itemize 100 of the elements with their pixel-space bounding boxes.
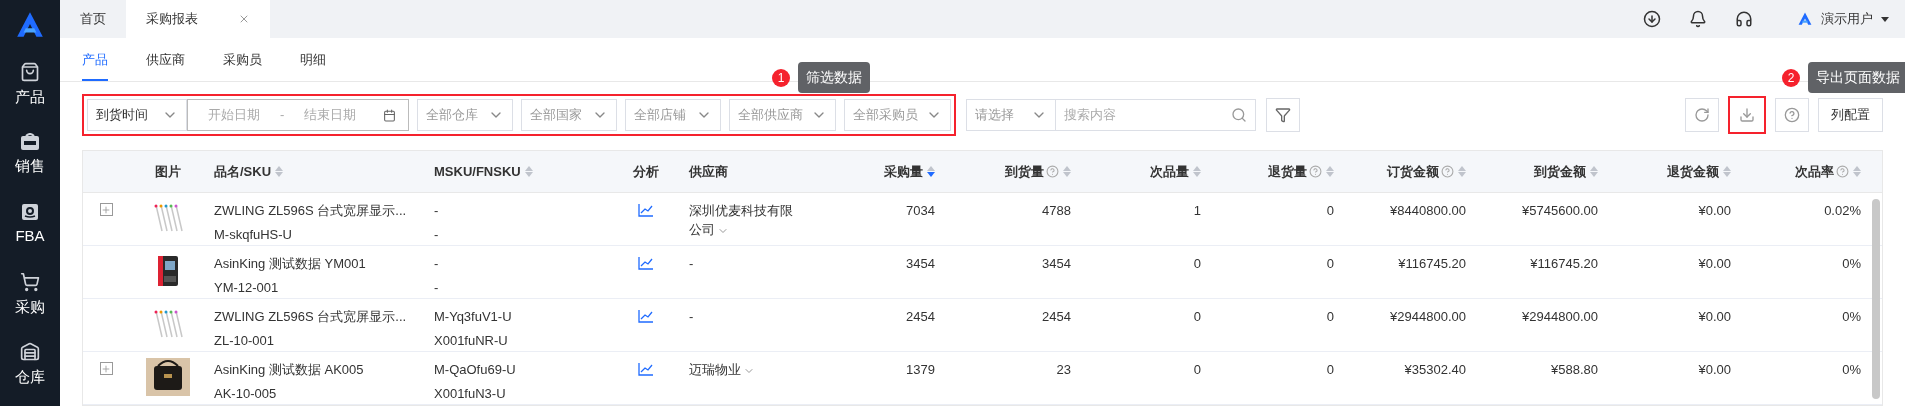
page-tab[interactable]: 首页 xyxy=(60,0,126,38)
table-cell-text: 4788 xyxy=(1042,202,1071,220)
table-cell-text: ¥0.00 xyxy=(1698,361,1731,379)
filter-button[interactable] xyxy=(1266,98,1300,132)
msku-text: M-Yq3fuV1-U xyxy=(434,308,512,326)
download-icon xyxy=(1739,107,1755,123)
column-header[interactable]: MSKU/FNSKU xyxy=(434,161,533,182)
line-chart-icon[interactable] xyxy=(638,203,654,217)
expand-icon[interactable] xyxy=(99,203,113,216)
table-cell-text: 1379 xyxy=(906,361,935,379)
close-icon[interactable] xyxy=(238,13,250,25)
caret-icon[interactable] xyxy=(1881,16,1889,22)
help-icon xyxy=(1784,107,1800,123)
supplier-text: - xyxy=(689,308,694,326)
column-header[interactable]: 采购量 xyxy=(884,161,935,182)
sidebar-item[interactable]: 采购 xyxy=(0,260,60,330)
sidebar-item[interactable]: 仓库 xyxy=(0,330,60,400)
help-icon[interactable] xyxy=(1046,165,1059,178)
supplier-text: - xyxy=(689,255,694,273)
help-button[interactable] xyxy=(1775,98,1809,132)
line-chart-icon[interactable] xyxy=(638,309,654,323)
column-header[interactable]: 到货量 xyxy=(1005,161,1071,182)
supplier-text[interactable]: 迈瑞物业 xyxy=(689,360,755,379)
sub-tab[interactable]: 明细 xyxy=(300,49,326,81)
filter-icon xyxy=(1275,107,1291,123)
table-cell-text: 0 xyxy=(1326,308,1334,326)
download-icon[interactable] xyxy=(1643,10,1661,28)
sidebar-item[interactable]: 销售 xyxy=(0,120,60,190)
product-name: AsinKing 测试数据 AK005 xyxy=(214,361,365,379)
fnsku-text: - xyxy=(434,225,439,244)
table-cell-text: 0% xyxy=(1842,361,1861,379)
column-config-button[interactable]: 列配置 xyxy=(1818,98,1883,132)
help-icon[interactable] xyxy=(1441,165,1454,178)
headset-icon[interactable] xyxy=(1735,10,1753,28)
table-cell-text: ¥5745600.00 xyxy=(1522,202,1598,220)
line-chart-icon[interactable] xyxy=(638,256,654,270)
column-header: 图片 xyxy=(154,162,181,181)
column-header: 分析 xyxy=(633,162,659,181)
warehouse-icon xyxy=(20,341,40,362)
table-cell-text: ¥0.00 xyxy=(1698,308,1731,326)
table-cell-text: ¥2944800.00 xyxy=(1390,308,1466,326)
annotation-tooltip: 筛选数据 xyxy=(798,62,870,93)
product-name: ZWLING ZL596S 台式宽屏显示... xyxy=(214,202,408,220)
user-name[interactable]: 演示用户 xyxy=(1821,9,1873,29)
bag-icon xyxy=(20,61,40,82)
refresh-icon xyxy=(1694,107,1710,123)
sub-tab[interactable]: 采购员 xyxy=(223,49,262,81)
table-cell-text: 0 xyxy=(1326,202,1334,220)
table-cell-text: 2454 xyxy=(906,308,935,326)
help-icon[interactable] xyxy=(1309,165,1322,178)
sku-text: ZL-10-001 xyxy=(214,331,275,350)
fnsku-text: - xyxy=(434,278,439,297)
sku-text: AK-10-005 xyxy=(214,384,278,403)
table-cell-text: 0 xyxy=(1326,361,1334,379)
expand-icon[interactable] xyxy=(99,362,113,375)
table-cell-text: 1 xyxy=(1193,202,1201,220)
column-header[interactable]: 订货金额 xyxy=(1387,161,1466,182)
bell-icon[interactable] xyxy=(1689,10,1707,28)
help-icon[interactable] xyxy=(1836,165,1849,178)
product-name: AsinKing 测试数据 YM001 xyxy=(214,255,367,273)
step-number-badge: 1 xyxy=(772,68,790,87)
sort-icon[interactable] xyxy=(927,166,935,177)
line-chart-icon[interactable] xyxy=(638,362,654,376)
table-cell-text: 23 xyxy=(1056,361,1071,379)
table-cell-text: ¥0.00 xyxy=(1698,255,1731,273)
column-header[interactable]: 次品率 xyxy=(1795,161,1861,182)
column-header[interactable]: 品名/SKU xyxy=(214,161,284,182)
msku-text: - xyxy=(434,255,439,273)
table-cell-text: ¥116745.20 xyxy=(1530,255,1598,273)
table-cell-text: ¥588.80 xyxy=(1551,361,1598,379)
export-button[interactable] xyxy=(1728,96,1766,134)
sel-tag-icon xyxy=(20,132,40,151)
table-cell-text: ¥35302.40 xyxy=(1404,361,1466,379)
supplier-text[interactable]: 深圳优麦科技有限公司 xyxy=(689,201,805,239)
cart-icon xyxy=(20,271,40,292)
table-cell-text: 2454 xyxy=(1042,308,1071,326)
table-cell-text: 0 xyxy=(1193,308,1201,326)
sub-tab[interactable]: 产品 xyxy=(82,49,108,81)
table-cell-text: ¥2944800.00 xyxy=(1522,308,1598,326)
msku-text: - xyxy=(434,202,439,220)
time-type-select[interactable]: 到货时间 xyxy=(87,99,187,131)
column-header[interactable]: 退货金额 xyxy=(1667,161,1731,182)
table-cell-text: ¥8440800.00 xyxy=(1390,202,1466,220)
table-cell-text: 0% xyxy=(1842,255,1861,273)
sub-tab[interactable]: 供应商 xyxy=(146,49,185,81)
sidebar-item[interactable]: FBA xyxy=(0,190,60,260)
refresh-button[interactable] xyxy=(1685,98,1719,132)
annotation-tooltip: 导出页面数据 xyxy=(1808,62,1905,93)
product-name: ZWLING ZL596S 台式宽屏显示... xyxy=(214,308,408,326)
column-header[interactable]: 次品量 xyxy=(1150,161,1201,182)
step-number-badge: 2 xyxy=(1782,68,1800,87)
search-icon[interactable] xyxy=(1231,107,1247,123)
amazon-icon xyxy=(21,202,39,221)
column-header[interactable]: 退货量 xyxy=(1268,161,1334,182)
table-cell-text: 0 xyxy=(1326,255,1334,273)
sidebar-item[interactable]: 产品 xyxy=(0,50,60,120)
page-tab[interactable]: 采购报表 xyxy=(126,0,270,38)
table-cell-text: 0.02% xyxy=(1824,202,1861,220)
column-header[interactable]: 到货金额 xyxy=(1534,161,1598,182)
table-cell-text: 3454 xyxy=(1042,255,1071,273)
